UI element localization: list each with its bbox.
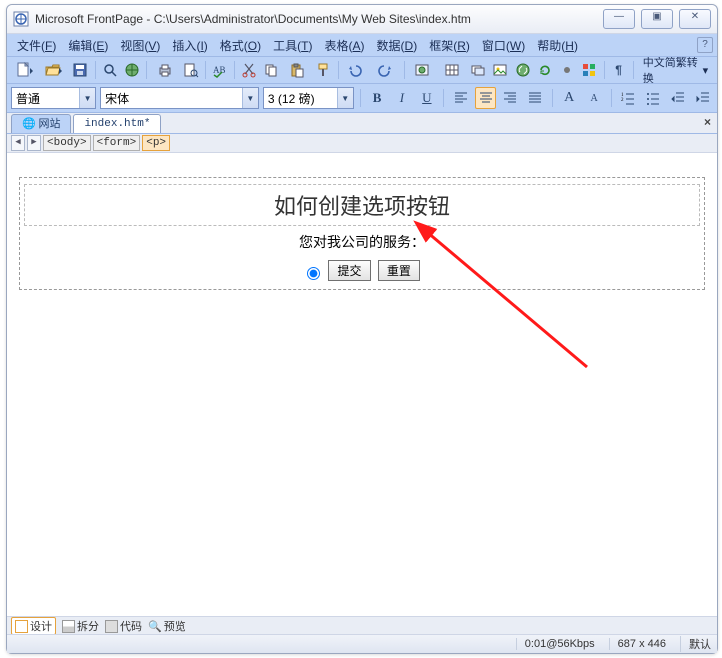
menu-insert[interactable]: 插入(I) (166, 35, 213, 56)
view-preview[interactable]: 🔍预览 (148, 618, 186, 634)
status-speed: 0:01@56Kbps (516, 638, 595, 650)
find-button[interactable] (99, 59, 119, 81)
redo-button[interactable] (372, 59, 400, 81)
open-button[interactable] (41, 59, 69, 81)
insert-picture-button[interactable] (490, 59, 510, 81)
editor-area[interactable]: 如何创建选项按钮 您对我公司的服务： 提交 重置 (7, 167, 717, 617)
ms-icon[interactable] (579, 59, 599, 81)
window-title: Microsoft FrontPage - C:\Users\Administr… (35, 12, 603, 26)
form-outline: 如何创建选项按钮 您对我公司的服务： 提交 重置 (19, 177, 705, 290)
minimize-button[interactable]: — (603, 9, 635, 29)
menu-file[interactable]: 文件(F) (11, 35, 62, 56)
fontsize-combo[interactable]: 3 (12 磅)▼ (263, 87, 354, 109)
insert-table-button[interactable] (438, 59, 466, 81)
document-tabstrip: 🌐 网站 index.htm* × (7, 113, 717, 134)
close-button[interactable]: ✕ (679, 9, 711, 29)
tag-nav-next[interactable]: ▶ (27, 135, 41, 151)
app-icon (13, 11, 29, 27)
heading-outline: 如何创建选项按钮 (24, 184, 700, 226)
status-mode: 默认 (680, 636, 711, 652)
decrease-fontsize-button[interactable]: A (584, 87, 605, 109)
font-combo[interactable]: 宋体▼ (100, 87, 259, 109)
status-dimensions: 687 x 446 (609, 638, 666, 650)
align-justify-button[interactable] (525, 87, 546, 109)
formatting-toolbar: 普通▼ 宋体▼ 3 (12 磅)▼ B I U A A 12 (7, 84, 717, 113)
menubar: 文件(F) 编辑(E) 视图(V) 插入(I) 格式(O) 工具(T) 表格(A… (7, 34, 717, 57)
menu-window[interactable]: 窗口(W) (476, 35, 531, 56)
hyperlink-button[interactable] (512, 59, 532, 81)
tab-indexhtm[interactable]: index.htm* (73, 114, 161, 133)
bullet-list-button[interactable] (642, 87, 663, 109)
menu-view[interactable]: 视图(V) (114, 35, 166, 56)
page-heading[interactable]: 如何创建选项按钮 (27, 187, 697, 223)
outdent-button[interactable] (667, 87, 688, 109)
tag-breadcrumb: ◀ ▶ <body> <form> <p> (7, 134, 717, 153)
tag-nav-prev[interactable]: ◀ (11, 135, 25, 151)
maximize-button[interactable]: ▣ (641, 9, 673, 29)
bold-button[interactable]: B (367, 87, 388, 109)
save-button[interactable] (70, 59, 90, 81)
context-help-button[interactable]: ? (697, 37, 713, 53)
showall-button[interactable]: ¶ (608, 59, 628, 81)
menu-table[interactable]: 表格(A) (319, 35, 371, 56)
print-preview-button[interactable] (181, 59, 201, 81)
svg-text:AB: AB (213, 65, 226, 75)
underline-button[interactable]: U (416, 87, 437, 109)
increase-fontsize-button[interactable]: A (559, 87, 580, 109)
align-right-button[interactable] (500, 87, 521, 109)
tab-close-button[interactable]: × (704, 115, 711, 129)
svg-text:2: 2 (621, 98, 624, 103)
menu-help[interactable]: 帮助(H) (531, 35, 584, 56)
menu-tools[interactable]: 工具(T) (267, 35, 318, 56)
statusbar: 0:01@56Kbps 687 x 446 默认 (7, 634, 717, 653)
tag-body[interactable]: <body> (43, 135, 91, 151)
tab-website[interactable]: 🌐 网站 (11, 114, 71, 133)
form-subtitle[interactable]: 您对我公司的服务： (24, 228, 700, 256)
paste-button[interactable] (284, 59, 312, 81)
standard-toolbar: AB ¶ 中文简繁转换 ▾ (7, 57, 717, 84)
stop-button[interactable] (557, 59, 577, 81)
tag-form[interactable]: <form> (93, 135, 141, 151)
view-mode-bar: 设计 拆分 代码 🔍预览 (7, 616, 717, 635)
view-split[interactable]: 拆分 (62, 618, 99, 634)
numbered-list-button[interactable]: 12 (617, 87, 638, 109)
menu-edit[interactable]: 编辑(E) (62, 35, 114, 56)
undo-button[interactable] (342, 59, 370, 81)
menu-data[interactable]: 数据(D) (371, 35, 424, 56)
italic-button[interactable]: I (392, 87, 413, 109)
titlebar: Microsoft FrontPage - C:\Users\Administr… (7, 5, 717, 34)
align-left-button[interactable] (450, 87, 471, 109)
web-component-button[interactable] (409, 59, 437, 81)
view-design[interactable]: 设计 (11, 617, 56, 635)
option-radio[interactable] (307, 267, 320, 280)
copy-button[interactable] (261, 59, 281, 81)
view-code[interactable]: 代码 (105, 618, 142, 634)
print-button[interactable] (151, 59, 179, 81)
cn-convert-button[interactable]: 中文简繁转换 ▾ (638, 59, 713, 81)
reset-button[interactable]: 重置 (378, 260, 420, 281)
style-combo[interactable]: 普通▼ (11, 87, 96, 109)
align-center-button[interactable] (475, 87, 496, 109)
cut-button[interactable] (239, 59, 259, 81)
app-window: Microsoft FrontPage - C:\Users\Administr… (6, 4, 718, 654)
tag-p[interactable]: <p> (142, 135, 170, 151)
refresh-button[interactable] (535, 59, 555, 81)
menu-format[interactable]: 格式(O) (214, 35, 267, 56)
format-painter-button[interactable] (313, 59, 333, 81)
spellcheck-button[interactable]: AB (210, 59, 230, 81)
new-doc-button[interactable] (11, 59, 39, 81)
menu-frame[interactable]: 框架(R) (423, 35, 476, 56)
window-buttons: — ▣ ✕ (603, 9, 711, 29)
form-controls: 提交 重置 (24, 256, 700, 285)
publish-button[interactable] (122, 59, 142, 81)
indent-button[interactable] (692, 87, 713, 109)
submit-button[interactable]: 提交 (328, 260, 370, 281)
insert-layer-button[interactable] (468, 59, 488, 81)
